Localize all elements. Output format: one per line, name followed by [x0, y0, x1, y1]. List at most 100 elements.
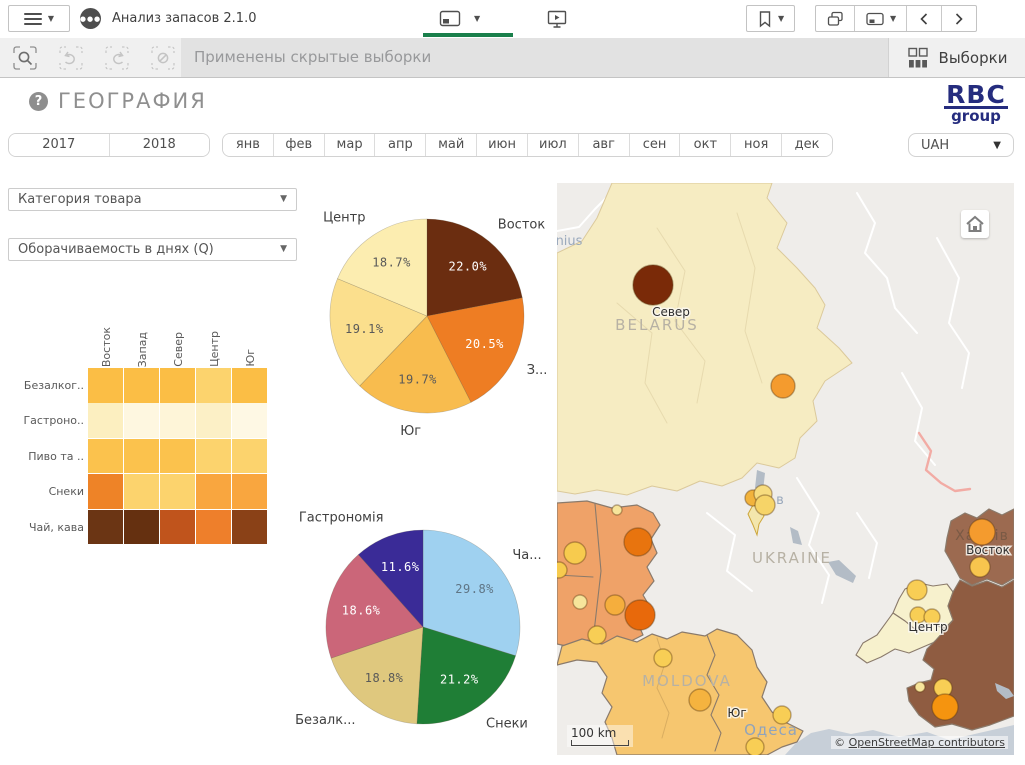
map-home-button[interactable]	[961, 210, 989, 238]
month-button-янв[interactable]: янв	[223, 134, 273, 156]
map-bubble[interactable]	[557, 562, 567, 578]
heatmap-cell-Пиво та ..-Север[interactable]	[160, 439, 195, 474]
heatmap-cell-Гастроно..-Юг[interactable]	[232, 403, 267, 438]
turnover-dropdown-chevron-icon: ▼	[280, 245, 287, 254]
map-bubble[interactable]	[932, 694, 958, 720]
heatmap-cell-Снеки-Восток[interactable]	[88, 474, 123, 509]
map-bubble[interactable]	[907, 580, 927, 600]
redo-selection-icon[interactable]	[104, 45, 130, 71]
category-dropdown[interactable]: Категория товара ▼	[8, 188, 297, 211]
map-bubble[interactable]	[624, 528, 652, 556]
heatmap-cell-Снеки-Центр[interactable]	[196, 474, 231, 509]
map-bubble[interactable]	[755, 495, 775, 515]
year-filter: 20172018	[8, 133, 210, 157]
heatmap-cell-Снеки-Юг[interactable]	[232, 474, 267, 509]
map-bubble[interactable]	[633, 265, 673, 305]
year-button-2017[interactable]: 2017	[9, 134, 109, 156]
map-bubble[interactable]	[970, 557, 990, 577]
storytelling-icon[interactable]	[546, 8, 568, 30]
month-button-июн[interactable]: июн	[476, 134, 527, 156]
map-bubble[interactable]	[915, 682, 925, 692]
heatmap-cell-Снеки-Север[interactable]	[160, 474, 195, 509]
heatmap-cell-Чай, кава-Север[interactable]	[160, 510, 195, 545]
map-bubble[interactable]	[689, 689, 711, 711]
bookmarks-button[interactable]: ▼	[746, 5, 795, 32]
month-button-окт[interactable]: окт	[679, 134, 730, 156]
map-bubble[interactable]	[612, 505, 622, 515]
app-title: Анализ запасов 2.1.0	[112, 11, 256, 26]
smart-search-icon[interactable]	[12, 45, 38, 71]
map-bubble[interactable]	[746, 738, 764, 755]
map-bubble[interactable]	[773, 706, 791, 724]
month-button-апр[interactable]: апр	[374, 134, 425, 156]
attribution-copyright: ©	[834, 736, 845, 749]
logo-line2: group	[938, 109, 1014, 124]
month-button-мар[interactable]: мар	[324, 134, 375, 156]
app-icon: ●●●	[80, 8, 101, 29]
turnover-dropdown[interactable]: Оборачиваемость в днях (Q) ▼	[8, 238, 297, 261]
map-region-label-Юг: Юг	[727, 706, 746, 720]
map-region-label-Север: Север	[652, 305, 690, 319]
duplicate-sheet-button[interactable]	[816, 6, 854, 31]
prev-sheet-button[interactable]	[906, 6, 941, 31]
next-sheet-button[interactable]	[941, 6, 976, 31]
month-button-ноя[interactable]: ноя	[730, 134, 781, 156]
year-button-2018[interactable]: 2018	[109, 134, 210, 156]
currency-chevron-icon: ▼	[993, 140, 1001, 151]
sheet-view-icon[interactable]	[438, 9, 462, 29]
heatmap-cell-Безалког..-Запад[interactable]	[124, 368, 159, 403]
month-filter: янвфевмарапрмайиюниюлавгсеноктноядек	[222, 133, 833, 157]
heatmap-chart: ВостокЗападСеверЦентрЮгБезалког..Гастрон…	[0, 325, 292, 553]
heatmap-cell-Гастроно..-Запад[interactable]	[124, 403, 159, 438]
month-button-авг[interactable]: авг	[578, 134, 629, 156]
sheet-view-chevron-icon[interactable]: ▼	[474, 15, 480, 23]
undo-selection-icon[interactable]	[58, 45, 84, 71]
month-button-май[interactable]: май	[425, 134, 476, 156]
map-canvas: niusBELARUSUKRAINEMOLDOVAХарківвОдесаСев…	[557, 183, 1014, 755]
map-bubble[interactable]	[573, 595, 587, 609]
heatmap-cell-Пиво та ..-Восток[interactable]	[88, 439, 123, 474]
pie-value-label: 19.7%	[398, 372, 437, 386]
home-icon	[965, 215, 985, 233]
heatmap-cell-Гастроно..-Восток[interactable]	[88, 403, 123, 438]
heatmap-cell-Пиво та ..-Юг[interactable]	[232, 439, 267, 474]
heatmap-cell-Безалког..-Центр[interactable]	[196, 368, 231, 403]
heatmap-cell-Гастроно..-Север[interactable]	[160, 403, 195, 438]
bookmark-icon	[757, 10, 773, 28]
clear-selections-icon[interactable]	[150, 45, 176, 71]
heatmap-cell-Пиво та ..-Центр[interactable]	[196, 439, 231, 474]
pie-chart-regions: 22.0%Восток20.5%З...19.7%Юг19.1%18.7%Цен…	[295, 195, 560, 445]
heatmap-cell-Чай, кава-Центр[interactable]	[196, 510, 231, 545]
attribution-link[interactable]: OpenStreetMap contributors	[849, 736, 1005, 749]
month-button-июл[interactable]: июл	[527, 134, 578, 156]
map-place-label-Одеса: Одеса	[744, 721, 798, 739]
month-button-дек[interactable]: дек	[781, 134, 832, 156]
map-bubble[interactable]	[969, 519, 995, 545]
map-bubble[interactable]	[588, 626, 606, 644]
map-bubble[interactable]	[605, 595, 625, 615]
sheet-list-button[interactable]: ▼	[854, 6, 906, 31]
pie-value-label: 29.8%	[455, 582, 494, 596]
help-icon[interactable]: ?	[29, 92, 48, 111]
heatmap-cell-Чай, кава-Запад[interactable]	[124, 510, 159, 545]
heatmap-cell-Безалког..-Восток[interactable]	[88, 368, 123, 403]
heatmap-cell-Гастроно..-Центр[interactable]	[196, 403, 231, 438]
currency-select[interactable]: UAH ▼	[908, 133, 1014, 157]
heatmap-cell-Чай, кава-Юг[interactable]	[232, 510, 267, 545]
heatmap-cell-Снеки-Запад[interactable]	[124, 474, 159, 509]
heatmap-cell-Безалког..-Север[interactable]	[160, 368, 195, 403]
heatmap-cell-Безалког..-Юг[interactable]	[232, 368, 267, 403]
map-bubble[interactable]	[654, 649, 672, 667]
selections-tool-button[interactable]: Выборки	[888, 38, 1025, 77]
selections-message: Применены скрытые выборки	[194, 38, 431, 77]
map-bubble[interactable]	[625, 600, 655, 630]
heatmap-cell-Пиво та ..-Запад[interactable]	[124, 439, 159, 474]
month-button-фев[interactable]: фев	[273, 134, 324, 156]
map-bubble[interactable]	[564, 542, 586, 564]
pie-value-label: 18.8%	[365, 671, 404, 685]
heatmap-cell-Чай, кава-Восток[interactable]	[88, 510, 123, 545]
map-bubble[interactable]	[771, 374, 795, 398]
main-menu-button[interactable]: ▼	[8, 5, 70, 32]
map-scale-label: 100 km	[571, 726, 629, 740]
month-button-сен[interactable]: сен	[629, 134, 680, 156]
